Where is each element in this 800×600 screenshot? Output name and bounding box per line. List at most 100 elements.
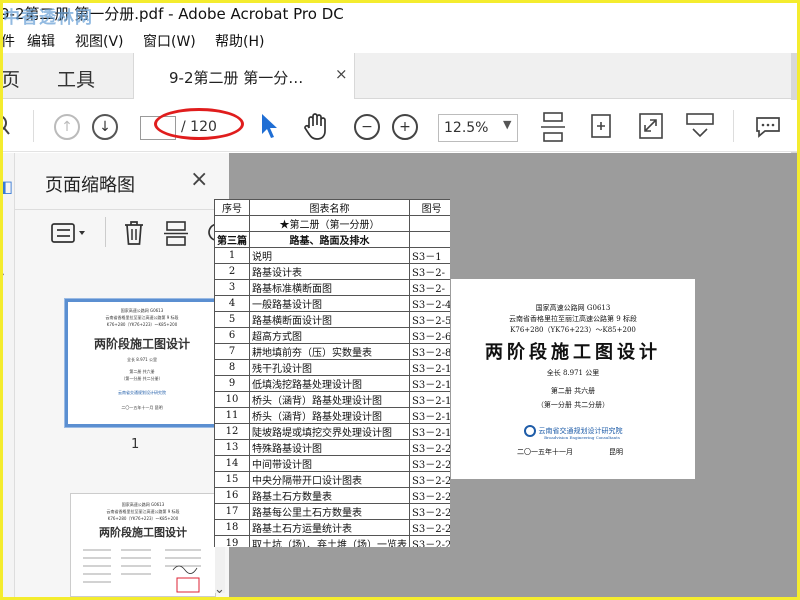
- toc-row-name: 一般路基设计图: [249, 295, 410, 312]
- toc-row-number: 12: [214, 423, 250, 440]
- page-thumbnails-icon[interactable]: ◧: [3, 177, 13, 196]
- toc-row-name: 路基设计表: [249, 263, 410, 280]
- menu-window[interactable]: 窗口(W): [143, 31, 196, 51]
- toc-cell: [408, 215, 450, 232]
- insert-page-icon[interactable]: [163, 219, 189, 247]
- cover-city: 昆明: [609, 448, 623, 456]
- thumb-logo: 云南省交通规划设计研究院: [118, 390, 166, 395]
- toc-row: 6 超高方式图 S3－2-6: [214, 327, 450, 344]
- zoom-select[interactable]: 12.5% ▼: [438, 114, 518, 142]
- cover-page: 国家高速公路网 G0613 云南省香格里拉至丽江高速公路第 9 标段 K76+2…: [451, 279, 695, 479]
- window-title-bar: 9-2第二册 第一分册.pdf - Adobe Acrobat Pro DC: [3, 3, 797, 25]
- fit-page-icon[interactable]: [540, 110, 566, 144]
- options-icon[interactable]: [50, 221, 88, 247]
- toc-row-name: 中间带设计图: [249, 455, 410, 472]
- toc-row-number: 18: [214, 519, 250, 536]
- thumb-line: 云南省香格里拉至丽江高速公路第 9 标段: [106, 509, 180, 514]
- down-arrow-icon[interactable]: ↓: [92, 114, 118, 140]
- tab-document[interactable]: 9-2第二册 第一分… ×: [133, 53, 355, 99]
- toc-row: 5 路基横断面设计图 S3－2-5: [214, 311, 450, 328]
- fullscreen-icon[interactable]: [638, 112, 664, 140]
- menu-bar: 件 编辑 视图(V) 窗口(W) 帮助(H): [3, 25, 797, 53]
- toc-row: 14 中间带设计图 S3－2-2: [214, 455, 450, 472]
- cover-chainage: K76+280（YK76+223）～K85+200: [510, 326, 636, 334]
- chevron-down-icon: ▼: [503, 118, 512, 131]
- comment-icon[interactable]: [753, 114, 783, 140]
- toc-row: 16 路基土石方数量表 S3－2-2: [214, 487, 450, 504]
- toc-row-code: S3－2-8: [408, 343, 450, 360]
- cover-length: 全长 8.971 公里: [546, 369, 600, 377]
- toc-row-code: S3－2-5: [408, 311, 450, 328]
- toc-row-number: 6: [214, 327, 250, 344]
- thumb-line: K76+280（YK76+223）～K85+200: [107, 516, 179, 521]
- toc-row-number: 15: [214, 471, 250, 488]
- tab-tools[interactable]: 工具: [57, 65, 95, 92]
- trash-icon[interactable]: [121, 219, 147, 247]
- thumbnail-page-1[interactable]: 国家高速公路网 G0613 云南省香格里拉至丽江高速公路第 9 标段 K76+2…: [64, 298, 220, 428]
- cover-title: 两阶段施工图设计: [485, 342, 661, 363]
- toc-row: 12 陡坡路堤或填挖交界处理设计图 S3－2-1: [214, 423, 450, 440]
- toc-table: 序号 图表名称 图号 ★第二册（第一分册） 第三篇 路基、路面及排水 1 说明 S3－1 2 路基设…: [214, 199, 450, 547]
- cover-volume: 第二册 共六册: [550, 387, 596, 395]
- rail-arrow-icon[interactable]: ›: [3, 267, 5, 281]
- toc-row: 11 桥头（涵背）路基处理设计图 S3－2-1: [214, 407, 450, 424]
- signature-block: [83, 549, 201, 593]
- toc-row: 10 桥头（涵背）路基处理设计图 S3－2-1: [214, 391, 450, 408]
- toc-header-cell: 图号: [408, 199, 450, 216]
- toolbar-divider: [33, 110, 34, 142]
- toc-row-code: S3－2-1: [408, 407, 450, 424]
- cover-network: 国家高速公路网 G0613: [535, 304, 611, 312]
- toolbar-divider: [733, 110, 734, 142]
- thumbnail-page-2[interactable]: 国家高速公路网 G0613 云南省香格里拉至丽江高速公路第 9 标段 K76+2…: [70, 493, 216, 597]
- toc-page: 序号 图表名称 图号 ★第二册（第一分册） 第三篇 路基、路面及排水 1 说明 S3－1 2 路基设…: [214, 199, 450, 547]
- select-cursor-icon[interactable]: [259, 112, 279, 140]
- toc-row: 18 路基土石方运量统计表 S3－2-2: [214, 519, 450, 536]
- toc-cell: [214, 215, 250, 232]
- toc-row-number: 16: [214, 487, 250, 504]
- window-title: 9-2第二册 第一分册.pdf - Adobe Acrobat Pro DC: [3, 5, 344, 23]
- cover-institute-cn: 云南省交通规划设计研究院: [538, 427, 623, 435]
- close-panel-icon[interactable]: ×: [190, 167, 208, 192]
- up-arrow-icon[interactable]: ↑: [54, 114, 80, 140]
- panel-title: 页面缩略图: [45, 175, 135, 196]
- toc-row-number: 9: [214, 375, 250, 392]
- toc-row-name: 桥头（涵背）路基处理设计图: [249, 407, 410, 424]
- thumb-line: 二〇一五年十一月 昆明: [121, 405, 163, 410]
- toc-row-name: 中央分隔带开口设计图表: [249, 471, 410, 488]
- menu-file[interactable]: 件: [3, 31, 15, 51]
- toc-row-code: S3－2-1: [408, 359, 450, 376]
- toc-row: 9 低填浅挖路基处理设计图 S3－2-1: [214, 375, 450, 392]
- toc-row: 1 说明 S3－1: [214, 247, 450, 264]
- zoom-in-icon[interactable]: +: [392, 114, 418, 140]
- scroll-down-icon[interactable]: ⌄: [214, 582, 225, 597]
- menu-help[interactable]: 帮助(H): [215, 31, 264, 51]
- menu-edit[interactable]: 编辑: [27, 31, 55, 51]
- zoom-value: 12.5%: [444, 120, 489, 136]
- tab-document-label: 9-2第二册 第一分…: [169, 69, 304, 87]
- toc-row-number: 19: [214, 535, 250, 547]
- toc-row-name: 低填浅挖路基处理设计图: [249, 375, 410, 392]
- scroll-mode-icon[interactable]: [685, 112, 715, 140]
- document-workspace[interactable]: 序号 图表名称 图号 ★第二册（第一分册） 第三篇 路基、路面及排水 1 说明 S3－1 2 路基设…: [214, 153, 797, 597]
- hand-icon[interactable]: [302, 112, 330, 142]
- menu-view[interactable]: 视图(V): [75, 31, 124, 51]
- main-toolbar: ↑ ↓ / 120 − + 12.5% ▼: [3, 100, 797, 152]
- toc-row-name: 超高方式图: [249, 327, 410, 344]
- toc-row: 17 路基每公里土石方数量表 S3－2-2: [214, 503, 450, 520]
- toc-row-number: 14: [214, 455, 250, 472]
- toc-row: 15 中央分隔带开口设计图表 S3－2-2: [214, 471, 450, 488]
- toc-row-code: S3－2-1: [408, 391, 450, 408]
- thumb-line: 国家高速公路网 G0613: [120, 308, 164, 313]
- toc-row-name: 特殊路基设计图: [249, 439, 410, 456]
- toc-cell: [408, 231, 450, 248]
- toc-row: 7 耕地填前夯（压）实数量表 S3－2-8: [214, 343, 450, 360]
- tab-home[interactable]: 页: [3, 65, 20, 92]
- toc-section-row: ★第二册（第一分册）: [214, 215, 450, 232]
- toc-row-code: S3－2-1: [408, 375, 450, 392]
- thumb-line: （第一分册 共二分册）: [121, 376, 163, 381]
- rotate-icon[interactable]: [587, 110, 615, 142]
- close-tab-icon[interactable]: ×: [335, 65, 348, 83]
- search-icon[interactable]: [3, 114, 11, 138]
- toc-row-code: S3－2-2: [408, 535, 450, 547]
- zoom-out-icon[interactable]: −: [354, 114, 380, 140]
